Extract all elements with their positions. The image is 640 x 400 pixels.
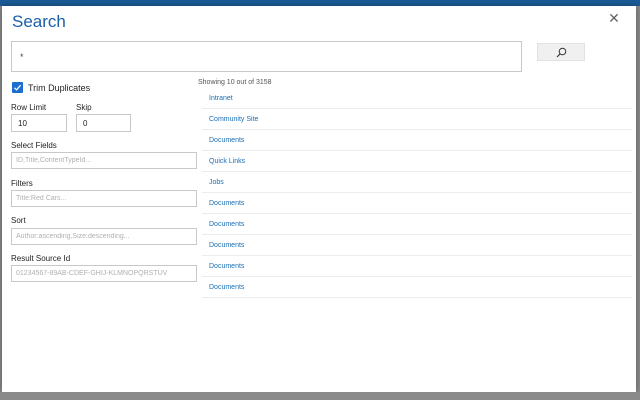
- search-icon: [556, 47, 567, 58]
- trim-duplicates-checkbox[interactable]: [12, 82, 23, 93]
- result-link[interactable]: Documents: [209, 242, 244, 249]
- checkmark-icon: [14, 84, 22, 91]
- list-item: Community Site: [202, 109, 632, 130]
- list-item: Intranet: [202, 88, 632, 109]
- sort-input[interactable]: [11, 228, 197, 245]
- skip-label: Skip: [76, 103, 92, 112]
- list-item: Documents: [202, 235, 632, 256]
- row-limit-label: Row Limit: [11, 103, 47, 112]
- row-limit-input[interactable]: [11, 114, 67, 132]
- search-button[interactable]: [537, 43, 585, 61]
- results-list: Intranet Community Site Documents Quick …: [202, 88, 632, 298]
- result-link[interactable]: Documents: [209, 200, 244, 207]
- result-source-label: Result Source Id: [11, 254, 71, 263]
- result-link[interactable]: Community Site: [209, 116, 258, 123]
- search-dialog: Search ✕ Trim Duplicates Row Limit Skip …: [2, 6, 636, 392]
- result-link[interactable]: Documents: [209, 137, 244, 144]
- sort-label: Sort: [11, 216, 26, 225]
- result-link[interactable]: Jobs: [209, 179, 224, 186]
- trim-duplicates-label: Trim Duplicates: [28, 83, 91, 93]
- list-item: Documents: [202, 214, 632, 235]
- result-link[interactable]: Intranet: [209, 95, 233, 102]
- search-query-input[interactable]: [11, 41, 522, 72]
- skip-input[interactable]: [76, 114, 131, 132]
- result-source-input[interactable]: [11, 265, 197, 282]
- select-fields-input[interactable]: [11, 152, 197, 169]
- filters-input[interactable]: [11, 190, 197, 207]
- result-link[interactable]: Documents: [209, 284, 244, 291]
- page-backdrop-strip: [0, 392, 640, 400]
- list-item: Quick Links: [202, 151, 632, 172]
- result-link[interactable]: Documents: [209, 263, 244, 270]
- list-item: Documents: [202, 256, 632, 277]
- list-item: Documents: [202, 130, 632, 151]
- results-summary: Showing 10 out of 3158: [198, 79, 272, 86]
- select-fields-label: Select Fields: [11, 141, 57, 150]
- list-item: Jobs: [202, 172, 632, 193]
- list-item: Documents: [202, 193, 632, 214]
- result-link[interactable]: Documents: [209, 221, 244, 228]
- filters-label: Filters: [11, 179, 33, 188]
- result-link[interactable]: Quick Links: [209, 158, 245, 165]
- dialog-title: Search: [12, 12, 66, 31]
- close-icon[interactable]: ✕: [606, 10, 622, 26]
- list-item: Documents: [202, 277, 632, 298]
